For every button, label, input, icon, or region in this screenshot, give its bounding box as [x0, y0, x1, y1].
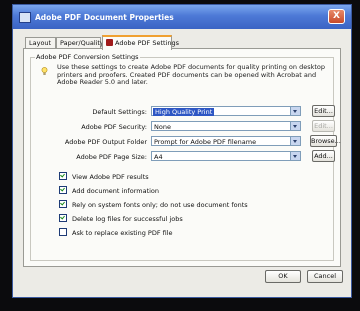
settings-description: Use these settings to create Adobe PDF d… [57, 63, 325, 86]
title-bar[interactable]: Adobe PDF Document Properties X [13, 5, 351, 29]
chevron-down-icon[interactable] [290, 137, 300, 145]
adobe-pdf-icon [106, 39, 113, 46]
view-pdf-results-checkbox[interactable]: View Adobe PDF results [59, 172, 149, 181]
default-settings-select[interactable]: High Quality Print [151, 106, 301, 116]
checkbox-box[interactable] [59, 186, 67, 194]
default-settings-value: High Quality Print [153, 108, 215, 116]
checkbox-box[interactable] [59, 214, 67, 222]
security-label: Adobe PDF Security: [81, 123, 147, 131]
checkbox-label: Delete log files for successful jobs [72, 215, 183, 223]
page-size-value: A4 [154, 153, 163, 161]
browse-button[interactable]: Browse... [310, 135, 341, 147]
checkbox-label: Rely on system fonts only; do not use do… [72, 201, 248, 209]
security-select[interactable]: None [151, 121, 301, 131]
checkbox-box[interactable] [59, 200, 67, 208]
tab-label: Adobe PDF Settings [115, 39, 180, 47]
group-label: Adobe PDF Conversion Settings [35, 53, 140, 61]
chevron-down-icon[interactable] [290, 122, 300, 130]
add-page-size-button[interactable]: Add... [312, 150, 335, 162]
document-properties-dialog: Adobe PDF Document Properties X Layout P… [12, 4, 352, 298]
cancel-button[interactable]: Cancel [307, 270, 343, 283]
output-folder-label: Adobe PDF Output Folder [64, 138, 147, 146]
ok-button[interactable]: OK [265, 270, 301, 283]
checkbox-label: Add document information [72, 187, 160, 195]
output-folder-value: Prompt for Adobe PDF filename [154, 138, 257, 146]
page-size-select[interactable]: A4 [151, 151, 301, 161]
chevron-down-icon[interactable] [290, 107, 300, 115]
checkbox-box[interactable] [59, 228, 67, 236]
edit-default-settings-button[interactable]: Edit... [312, 105, 335, 117]
tab-adobe-pdf-settings[interactable]: Adobe PDF Settings [102, 35, 179, 50]
delete-log-files-checkbox[interactable]: Delete log files for successful jobs [59, 214, 183, 223]
lightbulb-icon [41, 67, 48, 75]
page-size-label: Adobe PDF Page Size: [76, 153, 147, 161]
printer-icon [19, 12, 31, 23]
chevron-down-icon[interactable] [290, 152, 300, 160]
default-settings-label: Default Settings: [92, 108, 147, 116]
security-value: None [154, 123, 171, 131]
checkbox-box[interactable] [59, 172, 67, 180]
checkbox-label: View Adobe PDF results [72, 173, 149, 181]
add-document-info-checkbox[interactable]: Add document information [59, 186, 159, 195]
checkbox-label: Ask to replace existing PDF file [72, 229, 173, 237]
settings-panel: Adobe PDF Conversion Settings Use these … [23, 48, 341, 267]
conversion-settings-group: Adobe PDF Conversion Settings Use these … [30, 53, 341, 261]
output-folder-select[interactable]: Prompt for Adobe PDF filename [151, 136, 301, 146]
close-button[interactable]: X [328, 9, 345, 24]
window-title: Adobe PDF Document Properties [35, 13, 174, 22]
ask-replace-pdf-checkbox[interactable]: Ask to replace existing PDF file [59, 228, 173, 237]
edit-security-button[interactable]: Edit... [312, 120, 335, 132]
rely-on-system-fonts-checkbox[interactable]: Rely on system fonts only; do not use do… [59, 200, 248, 209]
